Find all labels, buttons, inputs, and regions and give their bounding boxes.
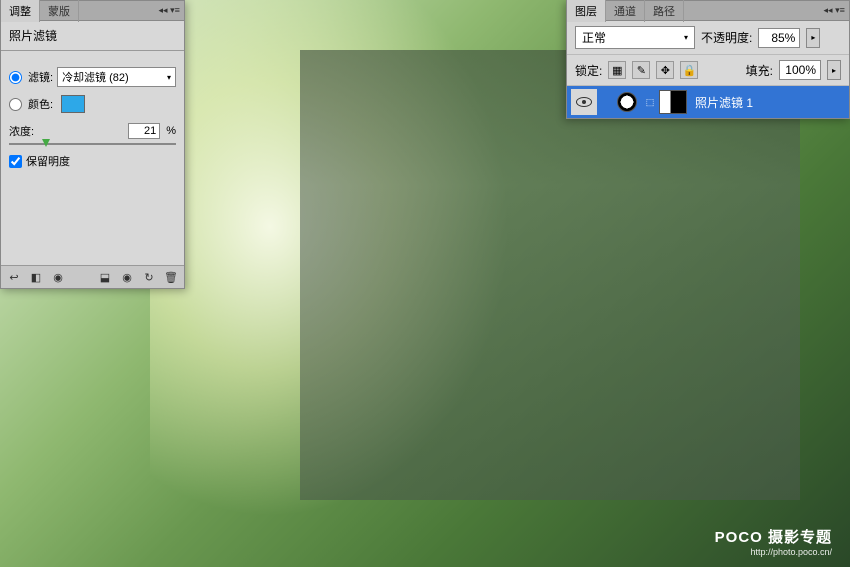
- layer-item[interactable]: ⬚ 照片滤镜 1: [567, 86, 849, 118]
- adjustments-panel: 调整 蒙版 ◂◂ ▾≡ 照片滤镜 滤镜: 冷却滤镜 (82) ▾ 颜色: 浓度:…: [0, 0, 185, 289]
- density-slider[interactable]: [9, 143, 176, 145]
- lock-row: 锁定: ▦ ✎ ✥ 🔒 填充: ▸: [567, 55, 849, 86]
- fill-input[interactable]: [779, 60, 821, 80]
- density-label: 浓度:: [9, 123, 34, 139]
- chevron-down-icon: ▾: [167, 73, 171, 82]
- color-swatch[interactable]: [61, 95, 85, 113]
- clip-icon[interactable]: ⬓: [98, 270, 112, 284]
- lock-all-icon[interactable]: 🔒: [680, 61, 698, 79]
- adjustments-panel-header: 调整 蒙版 ◂◂ ▾≡: [1, 1, 184, 21]
- blend-mode-value: 正常: [582, 29, 606, 46]
- preserve-luminosity-checkbox[interactable]: [9, 155, 22, 168]
- eye-icon: [576, 97, 592, 107]
- filter-label: 滤镜:: [28, 69, 53, 85]
- adjustments-body: 滤镜: 冷却滤镜 (82) ▾ 颜色: 浓度: % 保留明度: [1, 51, 184, 265]
- layer-link-icon[interactable]: ⬚: [645, 97, 655, 108]
- tab-masks[interactable]: 蒙版: [40, 0, 79, 22]
- lock-label: 锁定:: [575, 62, 602, 79]
- adjustment-title: 照片滤镜: [1, 21, 184, 51]
- collapse-icon[interactable]: ◂◂: [823, 6, 833, 16]
- layer-name[interactable]: 照片滤镜 1: [691, 94, 753, 111]
- watermark-main: POCO 摄影专题: [715, 526, 832, 547]
- density-slider-thumb[interactable]: [42, 139, 50, 147]
- preserve-luminosity-label: 保留明度: [26, 153, 70, 169]
- layers-panel-header: 图层 通道 路径 ◂◂ ▾≡: [567, 1, 849, 21]
- layer-mask-thumb[interactable]: [659, 90, 687, 114]
- color-label: 颜色:: [28, 96, 53, 112]
- filter-radio[interactable]: [9, 71, 22, 84]
- chevron-down-icon: ▾: [684, 33, 688, 42]
- return-icon[interactable]: ↩: [7, 270, 21, 284]
- panel-menu-icon[interactable]: ▾≡: [170, 6, 180, 16]
- opacity-label: 不透明度:: [701, 29, 752, 46]
- tab-layers[interactable]: 图层: [567, 0, 606, 22]
- color-row: 颜色:: [9, 95, 176, 113]
- filter-value: 冷却滤镜 (82): [62, 69, 129, 85]
- opacity-input[interactable]: [758, 28, 800, 48]
- trash-icon[interactable]: 🗑: [164, 270, 178, 284]
- panel-menu-icon[interactable]: ▾≡: [835, 6, 845, 16]
- layer-visibility-toggle[interactable]: [571, 89, 597, 115]
- adjustment-layer-thumb[interactable]: [617, 92, 637, 112]
- fill-arrow[interactable]: ▸: [827, 60, 841, 80]
- filter-dropdown[interactable]: 冷却滤镜 (82) ▾: [57, 67, 176, 87]
- watermark: POCO 摄影专题 http://photo.poco.cn/: [715, 526, 832, 557]
- tab-adjustments[interactable]: 调整: [1, 0, 40, 22]
- color-radio[interactable]: [9, 98, 22, 111]
- collapse-icon[interactable]: ◂◂: [158, 6, 168, 16]
- adjustments-footer: ↩ ◧ ◉ ⬓ ◉ ↻ 🗑: [1, 265, 184, 288]
- density-input[interactable]: [128, 123, 160, 139]
- watermark-url: http://photo.poco.cn/: [715, 547, 832, 557]
- reset-icon[interactable]: ↻: [142, 270, 156, 284]
- density-row: 浓度: %: [9, 123, 176, 139]
- visibility-toggle-icon[interactable]: ◉: [51, 270, 65, 284]
- filter-row: 滤镜: 冷却滤镜 (82) ▾: [9, 67, 176, 87]
- fill-label: 填充:: [746, 62, 773, 79]
- tab-paths[interactable]: 路径: [645, 0, 684, 22]
- previous-icon[interactable]: ◉: [120, 270, 134, 284]
- lock-pixels-icon[interactable]: ✎: [632, 61, 650, 79]
- tab-channels[interactable]: 通道: [606, 0, 645, 22]
- layers-panel: 图层 通道 路径 ◂◂ ▾≡ 正常 ▾ 不透明度: ▸ 锁定: ▦ ✎ ✥ 🔒 …: [566, 0, 850, 119]
- density-unit: %: [166, 125, 176, 137]
- blend-mode-dropdown[interactable]: 正常 ▾: [575, 26, 695, 49]
- lock-position-icon[interactable]: ✥: [656, 61, 674, 79]
- lock-transparent-icon[interactable]: ▦: [608, 61, 626, 79]
- expand-icon[interactable]: ◧: [29, 270, 43, 284]
- layers-toolbar: 正常 ▾ 不透明度: ▸: [567, 21, 849, 55]
- preserve-luminosity-row: 保留明度: [9, 153, 176, 169]
- opacity-arrow[interactable]: ▸: [806, 28, 820, 48]
